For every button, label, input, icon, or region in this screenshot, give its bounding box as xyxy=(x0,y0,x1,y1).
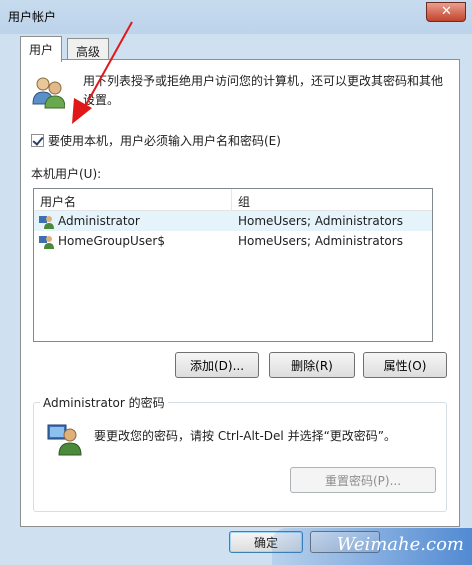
close-button[interactable]: ✕ xyxy=(426,2,466,22)
list-header: 用户名 组 xyxy=(34,189,432,211)
require-login-label: 要使用本机，用户必须输入用户名和密码(E) xyxy=(48,134,281,148)
user-password-icon xyxy=(47,424,82,456)
properties-button[interactable]: 属性(O) xyxy=(363,352,447,378)
title-bar[interactable]: 用户帐户 ✕ xyxy=(0,0,472,34)
require-login-row[interactable]: 要使用本机，用户必须输入用户名和密码(E) xyxy=(31,132,281,149)
window-title: 用户帐户 xyxy=(8,10,57,24)
intro-text: 用下列表授予或拒绝用户访问您的计算机，还可以更改其密码和其他设置。 xyxy=(83,74,444,107)
users-icon xyxy=(32,77,65,109)
users-tab-panel: 用下列表授予或拒绝用户访问您的计算机，还可以更改其密码和其他设置。 要使用本机，… xyxy=(20,59,460,527)
require-login-checkbox[interactable] xyxy=(31,134,44,147)
user-group: HomeUsers; Administrators xyxy=(238,214,403,228)
column-header-group[interactable]: 组 xyxy=(232,189,432,210)
user-icon xyxy=(39,216,54,229)
tab-users-label: 用户 xyxy=(29,43,54,57)
tab-users[interactable]: 用户 xyxy=(20,36,63,62)
user-name: Administrator xyxy=(58,214,140,228)
password-instructions: 要更改您的密码，请按 Ctrl-Alt-Del 并选择“更改密码”。 xyxy=(94,429,397,443)
table-row[interactable]: HomeGroupUser$ HomeUsers; Administrators xyxy=(34,231,432,251)
password-group-title: Administrator 的密码 xyxy=(40,394,168,411)
user-group: HomeUsers; Administrators xyxy=(238,234,403,248)
column-header-username[interactable]: 用户名 xyxy=(34,189,232,210)
watermark-text: Weimahe.com xyxy=(336,534,464,555)
reset-password-button[interactable]: 重置密码(P)... xyxy=(290,467,436,493)
watermark: Weimahe.com xyxy=(272,528,472,565)
user-name: HomeGroupUser$ xyxy=(58,234,165,248)
tab-advanced-label: 高级 xyxy=(76,45,101,59)
local-users-list[interactable]: 用户名 组 Administrator HomeUsers; Administr… xyxy=(33,188,433,342)
table-row[interactable]: Administrator HomeUsers; Administrators xyxy=(34,211,432,231)
add-button[interactable]: 添加(D)... xyxy=(175,352,259,378)
local-users-label: 本机用户(U): xyxy=(31,167,102,181)
close-icon: ✕ xyxy=(441,4,452,19)
password-groupbox: Administrator 的密码 要更改您的密码，请按 Ctrl-Alt-De… xyxy=(33,394,447,512)
remove-button[interactable]: 删除(R) xyxy=(269,352,355,378)
user-icon xyxy=(39,236,54,249)
